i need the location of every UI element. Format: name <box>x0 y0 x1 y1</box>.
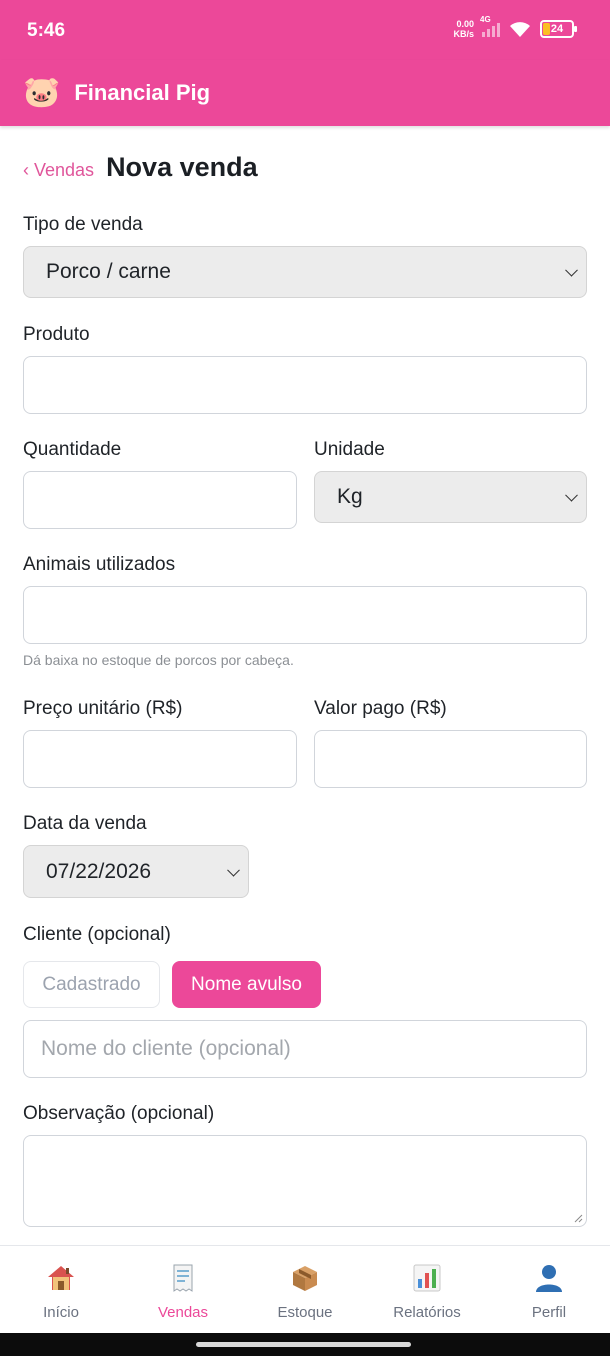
status-bar: 5:46 0.00 KB/s 4G 24 <box>0 0 610 60</box>
status-time: 5:46 <box>27 20 66 41</box>
nav-item-inicio[interactable]: Início <box>0 1246 122 1333</box>
preco-unitario-input[interactable] <box>23 730 297 788</box>
nav-label-inicio: Início <box>43 1304 79 1321</box>
back-link-vendas[interactable]: ‹ Vendas <box>23 160 94 181</box>
tipo-venda-value: Porco / carne <box>46 260 171 283</box>
page-title: Nova venda <box>106 152 258 182</box>
network-type: 4G <box>480 15 491 24</box>
app-bar: 🐷 Financial Pig <box>0 60 610 126</box>
house-icon <box>48 1266 74 1290</box>
bar-chart-icon <box>413 1264 441 1292</box>
nav-item-estoque[interactable]: Estoque <box>244 1246 366 1333</box>
breadcrumb: ‹ Vendas Nova venda <box>23 152 258 183</box>
cliente-cadastrado-button[interactable]: Cadastrado <box>23 961 160 1008</box>
unidade-value: Kg <box>337 485 363 508</box>
data-venda-value: 07/22/2026 <box>46 859 152 883</box>
package-icon <box>293 1266 317 1291</box>
observacao-label: Observação (opcional) <box>23 1103 215 1124</box>
cliente-nome-avulso-button[interactable]: Nome avulso <box>172 961 321 1008</box>
signal-icon: 4G <box>480 15 500 37</box>
nav-item-vendas[interactable]: Vendas <box>122 1246 244 1333</box>
valor-pago-input[interactable] <box>314 730 587 788</box>
nav-label-relatorios: Relatórios <box>393 1304 461 1321</box>
data-venda-label: Data da venda <box>23 813 147 834</box>
nav-label-perfil: Perfil <box>531 1304 567 1321</box>
network-speed-value: 0.00 <box>456 19 474 29</box>
unidade-select[interactable]: Kg <box>314 471 587 523</box>
wifi-icon <box>510 22 530 37</box>
cliente-nome-placeholder: Nome do cliente (opcional) <box>41 1037 291 1060</box>
chevron-down-icon <box>565 263 578 277</box>
battery-level: 24 <box>550 23 564 35</box>
nav-item-relatorios[interactable]: Relatórios <box>366 1246 488 1333</box>
animais-hint: Dá baixa no estoque de porcos por cabeça… <box>23 652 294 668</box>
animais-input[interactable] <box>23 586 587 644</box>
produto-label: Produto <box>23 324 90 345</box>
battery-icon: 24 <box>540 20 577 38</box>
tipo-venda-label: Tipo de venda <box>23 214 143 235</box>
preco-unitario-label: Preço unitário (R$) <box>23 698 183 719</box>
system-gesture-bar <box>0 1333 610 1356</box>
valor-pago-label: Valor pago (R$) <box>314 698 447 719</box>
produto-input[interactable] <box>23 356 587 414</box>
animais-label: Animais utilizados <box>23 554 176 575</box>
cliente-label: Cliente (opcional) <box>23 924 171 945</box>
quantidade-input[interactable] <box>23 471 297 529</box>
unidade-label: Unidade <box>314 439 385 460</box>
nav-label-vendas: Vendas <box>157 1304 209 1321</box>
quantidade-label: Quantidade <box>23 439 122 460</box>
user-icon <box>536 1265 562 1292</box>
bottom-nav: Início Vendas Estoque Relatórios Perfil <box>0 1245 610 1333</box>
chevron-down-icon <box>227 863 240 877</box>
nav-item-perfil[interactable]: Perfil <box>488 1246 610 1333</box>
resize-handle-icon[interactable] <box>574 1214 583 1223</box>
network-speed: 0.00 KB/s <box>453 19 474 39</box>
app-title: Financial Pig <box>74 80 211 105</box>
status-icons: 0.00 KB/s 4G 24 <box>453 15 577 39</box>
nav-label-estoque: Estoque <box>277 1304 333 1321</box>
tipo-venda-select[interactable]: Porco / carne <box>23 246 587 298</box>
cliente-nome-input[interactable]: Nome do cliente (opcional) <box>23 1020 587 1078</box>
chevron-down-icon <box>565 488 578 502</box>
pig-face-icon: 🐷 <box>23 76 61 109</box>
receipt-icon <box>173 1264 193 1292</box>
home-gesture-handle[interactable] <box>196 1342 411 1347</box>
network-speed-unit: KB/s <box>453 29 474 39</box>
observacao-textarea[interactable] <box>23 1135 587 1227</box>
data-venda-picker[interactable]: 07/22/2026 <box>23 845 249 898</box>
